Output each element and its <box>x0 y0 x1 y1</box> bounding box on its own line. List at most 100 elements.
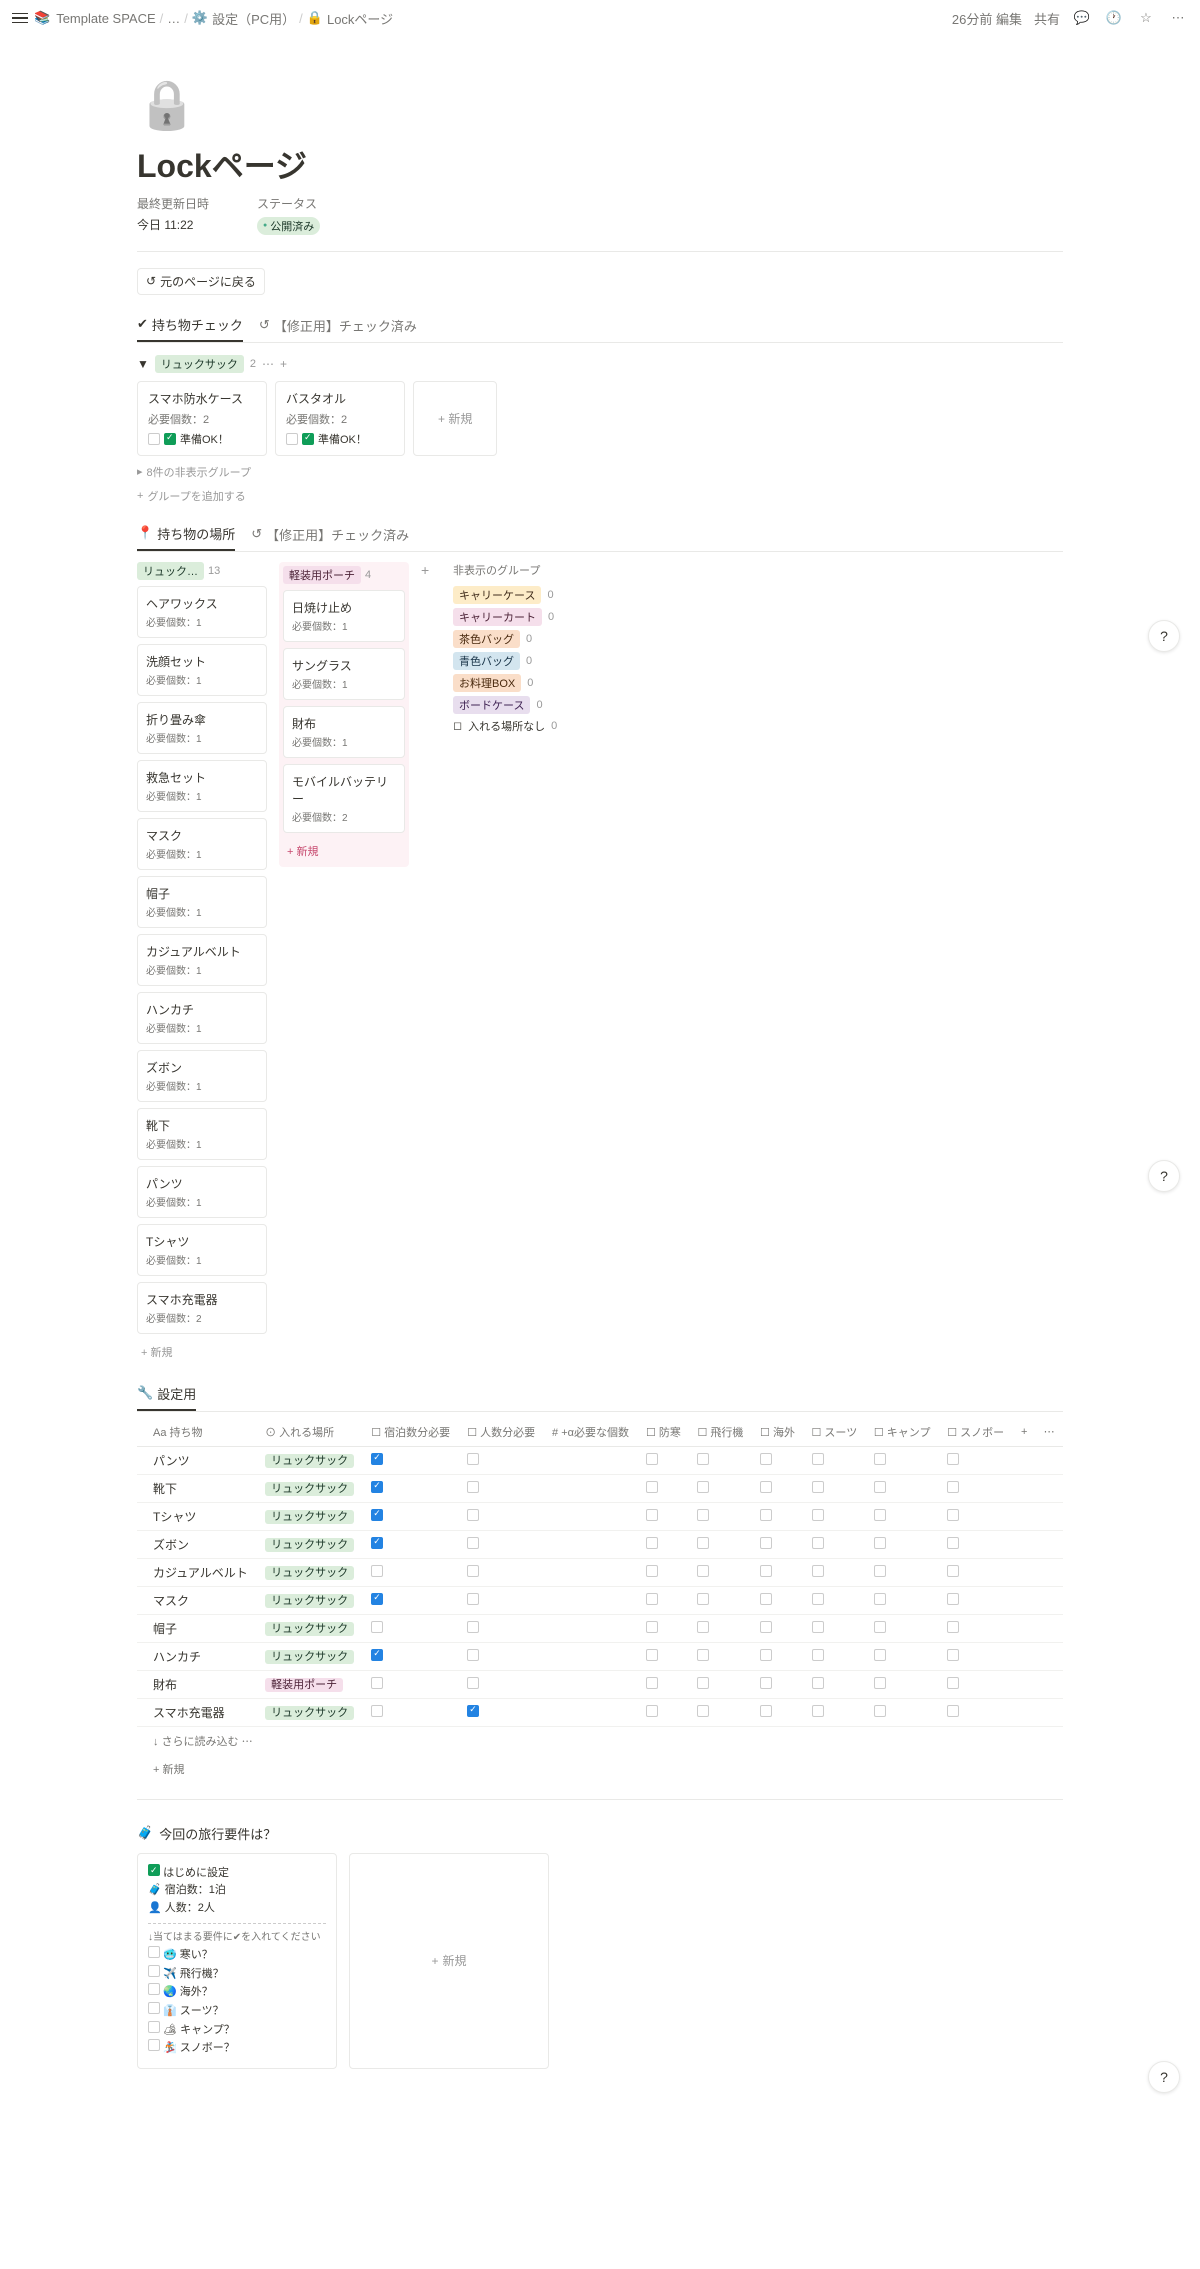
checkbox[interactable] <box>371 1705 383 1717</box>
hidden-group[interactable]: お料理BOX0 <box>453 674 557 692</box>
checkbox[interactable] <box>812 1593 824 1605</box>
checkbox[interactable] <box>874 1677 886 1689</box>
board-card[interactable]: パンツ必要個数：1 <box>137 1166 267 1218</box>
add-icon[interactable]: + <box>280 357 287 371</box>
table-row[interactable]: 靴下リュックサック <box>137 1474 1063 1502</box>
comment-icon[interactable]: 💬 <box>1072 8 1092 28</box>
checkbox[interactable] <box>947 1453 959 1465</box>
checkbox[interactable] <box>697 1509 709 1521</box>
checkbox[interactable] <box>760 1677 772 1689</box>
help-button[interactable]: ? <box>1148 1160 1180 1192</box>
add-group[interactable]: + グループを追加する <box>137 488 1063 504</box>
checkbox[interactable] <box>947 1677 959 1689</box>
checkbox[interactable] <box>646 1509 658 1521</box>
breadcrumb-item[interactable]: Template SPACE <box>56 11 155 26</box>
table-row[interactable]: Tシャツリュックサック <box>137 1502 1063 1530</box>
checkbox[interactable] <box>467 1705 479 1717</box>
board-card[interactable]: 洗顔セット必要個数：1 <box>137 644 267 696</box>
add-column-icon[interactable]: + <box>421 562 429 578</box>
checkbox[interactable] <box>760 1705 772 1717</box>
requirements-card[interactable]: はじめに設定 🧳 宿泊数：1泊 👤 人数：2人 ↓当てはまる要件に✔を入れてくだ… <box>137 1853 337 2069</box>
hidden-group[interactable]: キャリーカート0 <box>453 608 557 626</box>
checkbox[interactable] <box>467 1649 479 1661</box>
checkbox[interactable] <box>148 1983 160 1995</box>
item-card[interactable]: バスタオル必要個数：2 準備OK！ <box>275 381 405 456</box>
column-header[interactable]: ☐ スノボー <box>939 1418 1013 1447</box>
checkbox[interactable] <box>467 1621 479 1633</box>
checkbox[interactable] <box>947 1537 959 1549</box>
checkbox[interactable] <box>812 1453 824 1465</box>
menu-icon[interactable] <box>12 10 28 26</box>
table-row[interactable]: スマホ充電器リュックサック <box>137 1698 1063 1726</box>
checkbox[interactable] <box>467 1481 479 1493</box>
more-icon[interactable]: ⋯ <box>1168 8 1188 28</box>
column-header[interactable]: Aa 持ち物 <box>137 1418 257 1447</box>
checkbox[interactable] <box>874 1705 886 1717</box>
table-row[interactable]: 帽子リュックサック <box>137 1614 1063 1642</box>
req-item[interactable]: 🥶 寒い？ <box>148 1946 326 1965</box>
checkbox[interactable] <box>812 1677 824 1689</box>
checkbox[interactable] <box>646 1593 658 1605</box>
checkbox[interactable] <box>874 1537 886 1549</box>
req-item[interactable]: 🌏 海外？ <box>148 1983 326 2002</box>
checkbox-icon[interactable] <box>148 1864 160 1876</box>
checkbox[interactable] <box>697 1453 709 1465</box>
column-header[interactable]: ☐ キャンプ <box>866 1418 939 1447</box>
board-card[interactable]: 折り畳み傘必要個数：1 <box>137 702 267 754</box>
checkbox[interactable] <box>697 1565 709 1577</box>
checkbox[interactable] <box>148 1946 160 1958</box>
page-title[interactable]: Lockページ <box>137 141 1063 187</box>
column-tag[interactable]: リュック… <box>137 562 204 580</box>
checkbox[interactable] <box>812 1621 824 1633</box>
checkbox[interactable] <box>371 1481 383 1493</box>
checkbox[interactable] <box>371 1453 383 1465</box>
checkbox[interactable] <box>760 1453 772 1465</box>
column-header[interactable]: ☐ 飛行機 <box>689 1418 752 1447</box>
checkbox[interactable] <box>697 1705 709 1717</box>
checkbox[interactable] <box>812 1537 824 1549</box>
req-item[interactable]: 👔 スーツ？ <box>148 2002 326 2021</box>
checkbox[interactable] <box>646 1677 658 1689</box>
checkbox[interactable] <box>697 1481 709 1493</box>
checkbox[interactable] <box>812 1649 824 1661</box>
checkbox[interactable] <box>371 1677 383 1689</box>
checkbox[interactable] <box>947 1621 959 1633</box>
tab-items-check[interactable]: ✔ 持ち物チェック <box>137 315 243 342</box>
checkbox[interactable] <box>148 2039 160 2051</box>
help-button[interactable]: ? <box>1148 2061 1180 2093</box>
collapse-icon[interactable]: ▼ <box>137 357 149 371</box>
checkbox[interactable] <box>697 1677 709 1689</box>
board-card[interactable]: 帽子必要個数：1 <box>137 876 267 928</box>
tab-location[interactable]: 📍 持ち物の場所 <box>137 524 235 551</box>
checkbox[interactable] <box>947 1481 959 1493</box>
checkbox[interactable] <box>467 1565 479 1577</box>
board-card[interactable]: マスク必要個数：1 <box>137 818 267 870</box>
checkbox[interactable] <box>646 1481 658 1493</box>
clock-icon[interactable]: 🕐 <box>1104 8 1124 28</box>
checkbox[interactable] <box>148 2002 160 2014</box>
hidden-group[interactable]: ボードケース0 <box>453 696 557 714</box>
item-card[interactable]: スマホ防水ケース必要個数：2 準備OK！ <box>137 381 267 456</box>
checkbox[interactable] <box>947 1649 959 1661</box>
checkbox[interactable] <box>646 1621 658 1633</box>
checkbox[interactable] <box>812 1481 824 1493</box>
group-tag[interactable]: リュックサック <box>155 355 244 373</box>
checkbox[interactable] <box>947 1509 959 1521</box>
board-card[interactable]: 靴下必要個数：1 <box>137 1108 267 1160</box>
checkbox[interactable] <box>760 1481 772 1493</box>
checkbox[interactable] <box>697 1537 709 1549</box>
checkbox[interactable] <box>760 1565 772 1577</box>
checkbox[interactable] <box>874 1593 886 1605</box>
checkbox[interactable] <box>874 1621 886 1633</box>
board-card[interactable]: カジュアルベルト必要個数：1 <box>137 934 267 986</box>
column-header[interactable]: ⊙ 入れる場所 <box>257 1418 363 1447</box>
checkbox[interactable] <box>467 1537 479 1549</box>
new-card[interactable]: + 新規 <box>413 381 497 456</box>
table-row[interactable]: カジュアルベルトリュックサック <box>137 1558 1063 1586</box>
tab-checked[interactable]: ↺ 【修正用】チェック済み <box>259 315 417 342</box>
checkbox[interactable] <box>812 1705 824 1717</box>
checkbox[interactable] <box>874 1509 886 1521</box>
more-icon[interactable]: ⋯ <box>1036 1418 1063 1447</box>
checkbox[interactable] <box>697 1621 709 1633</box>
checkbox[interactable] <box>646 1565 658 1577</box>
